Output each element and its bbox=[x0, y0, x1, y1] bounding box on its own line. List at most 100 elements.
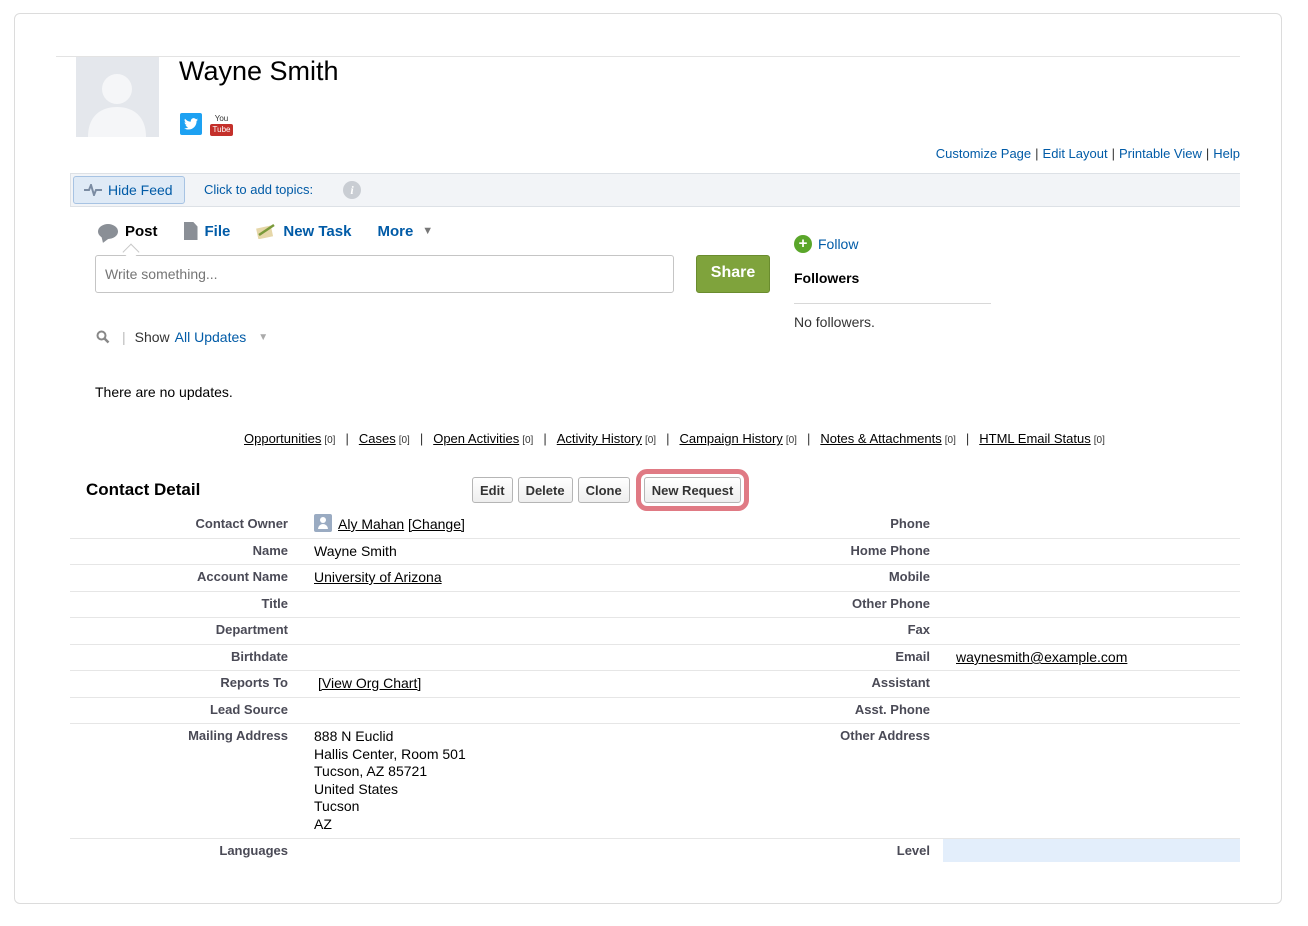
page-title: Wayne Smith bbox=[179, 56, 339, 86]
youtube-tube: Tube bbox=[210, 124, 233, 136]
help-link[interactable]: Help bbox=[1213, 146, 1240, 161]
detail-row: Languages Level bbox=[70, 839, 1240, 863]
info-icon[interactable]: i bbox=[343, 181, 361, 199]
post-input[interactable] bbox=[95, 255, 674, 293]
field-label: Languages bbox=[219, 843, 288, 858]
task-icon bbox=[256, 223, 276, 239]
no-followers-text: No followers. bbox=[794, 314, 875, 330]
hide-feed-button[interactable]: Hide Feed bbox=[73, 176, 185, 204]
tab-more-label: More bbox=[377, 222, 414, 240]
search-icon[interactable] bbox=[96, 330, 110, 344]
share-button[interactable]: Share bbox=[696, 255, 770, 293]
field-label: Mobile bbox=[888, 569, 930, 584]
related-campaign-history-link[interactable]: Campaign History bbox=[679, 431, 782, 446]
followers-heading: Followers bbox=[794, 270, 860, 286]
section-title: Contact Detail bbox=[86, 480, 201, 499]
field-label: Assistant bbox=[871, 675, 930, 690]
address-line: 888 N Euclid bbox=[314, 728, 394, 744]
new-request-button[interactable]: New Request bbox=[635, 469, 750, 511]
contact-detail-table: Contact Owner Aly Mahan [Change] Phone N… bbox=[70, 512, 1240, 863]
related-count: [0] bbox=[1093, 435, 1105, 446]
related-list-links: Opportunities [0] | Cases [0] | Open Activitie… bbox=[244, 431, 1105, 446]
field-label: Email bbox=[895, 649, 930, 664]
field-value: University of Arizona bbox=[314, 569, 442, 585]
clone-button[interactable]: Clone bbox=[577, 477, 630, 503]
delete-button[interactable]: Delete bbox=[517, 477, 573, 503]
related-count: [0] bbox=[944, 435, 956, 446]
detail-row: Birthdate Email waynesmith@example.com bbox=[70, 645, 1240, 671]
level-value-cell[interactable] bbox=[943, 839, 1240, 862]
pulse-icon bbox=[84, 184, 102, 196]
related-notes-attachments-link[interactable]: Notes & Attachments bbox=[820, 431, 941, 446]
add-topics-link[interactable]: Click to add topics: bbox=[204, 182, 313, 197]
related-activity-history-link[interactable]: Activity History bbox=[557, 431, 642, 446]
feed-toolbar: Hide Feed Click to add topics: i bbox=[70, 173, 1240, 207]
field-label: Other Address bbox=[840, 728, 930, 743]
publisher-tabs: Post File New Task More ▼ bbox=[98, 222, 459, 240]
view-org-chart-link[interactable]: [View Org Chart] bbox=[318, 675, 421, 691]
twitter-icon[interactable] bbox=[180, 113, 202, 135]
youtube-you: You bbox=[210, 113, 233, 124]
page-links: Customize Page | Edit Layout | Printable Vie… bbox=[935, 146, 1240, 161]
mailing-address-value: 888 N Euclid Hallis Center, Room 501 Tuc… bbox=[314, 728, 466, 834]
tab-more[interactable]: More ▼ bbox=[377, 222, 433, 240]
follow-button[interactable]: + Follow bbox=[794, 235, 858, 253]
tab-new-task[interactable]: New Task bbox=[256, 222, 351, 240]
owner-link[interactable]: Aly Mahan bbox=[338, 516, 404, 532]
related-count: [0] bbox=[785, 435, 797, 446]
youtube-icon[interactable]: You Tube bbox=[210, 113, 233, 136]
filter-select[interactable]: All Updates bbox=[175, 329, 247, 345]
tab-file[interactable]: File bbox=[183, 222, 230, 240]
field-value: waynesmith@example.com bbox=[956, 649, 1127, 665]
printable-view-link[interactable]: Printable View bbox=[1119, 146, 1202, 161]
detail-row: Title Other Phone bbox=[70, 592, 1240, 618]
account-link[interactable]: University of Arizona bbox=[314, 569, 442, 585]
field-label: Other Phone bbox=[851, 596, 930, 611]
field-label: Fax bbox=[907, 622, 930, 637]
show-label: Show bbox=[134, 329, 170, 345]
related-count: [0] bbox=[644, 435, 657, 446]
field-label: Asst. Phone bbox=[854, 702, 930, 717]
field-label: Home Phone bbox=[850, 543, 930, 558]
follow-label: Follow bbox=[818, 236, 859, 252]
no-updates-text: There are no updates. bbox=[95, 384, 233, 400]
followers-divider bbox=[794, 303, 991, 304]
field-label: Phone bbox=[890, 516, 930, 531]
detail-row: Reports To [View Org Chart] Assistant bbox=[70, 671, 1240, 698]
related-html-email-status-link[interactable]: HTML Email Status bbox=[979, 431, 1091, 446]
related-open-activities-link[interactable]: Open Activities bbox=[433, 431, 519, 446]
change-owner-link[interactable]: [Change] bbox=[408, 516, 465, 532]
field-label: Department bbox=[215, 622, 288, 637]
hide-feed-label: Hide Feed bbox=[108, 182, 173, 198]
field-value: Aly Mahan [Change] bbox=[314, 514, 465, 532]
tab-post[interactable]: Post bbox=[98, 222, 158, 240]
field-label: Title bbox=[261, 596, 289, 611]
field-label: Account Name bbox=[196, 569, 288, 584]
filter-separator: | bbox=[122, 329, 126, 345]
detail-buttons: Edit Delete Clone New Request bbox=[472, 469, 750, 511]
related-count: [0] bbox=[398, 435, 410, 446]
related-count: [0] bbox=[324, 435, 336, 446]
person-silhouette-icon bbox=[88, 74, 146, 137]
chevron-down-icon[interactable]: ▼ bbox=[258, 332, 268, 343]
field-label: Level bbox=[896, 843, 930, 858]
customize-page-link[interactable]: Customize Page bbox=[936, 146, 1031, 161]
detail-row: Contact Owner Aly Mahan [Change] Phone bbox=[70, 512, 1240, 539]
detail-row: Lead Source Asst. Phone bbox=[70, 698, 1240, 724]
field-label: Birthdate bbox=[230, 649, 288, 664]
avatar[interactable] bbox=[76, 57, 159, 137]
detail-row: Department Fax bbox=[70, 618, 1240, 645]
field-label: Reports To bbox=[220, 675, 288, 690]
email-link[interactable]: waynesmith@example.com bbox=[956, 649, 1127, 665]
edit-layout-link[interactable]: Edit Layout bbox=[1043, 146, 1108, 161]
field-label: Name bbox=[252, 543, 288, 558]
detail-row: Mailing Address 888 N Euclid Hallis Cent… bbox=[70, 724, 1240, 839]
edit-button[interactable]: Edit bbox=[472, 477, 513, 503]
field-label: Lead Source bbox=[209, 702, 288, 717]
speech-bubble-icon bbox=[98, 223, 118, 239]
field-value: [View Org Chart] bbox=[318, 675, 421, 691]
related-opportunities-link[interactable]: Opportunities bbox=[244, 431, 321, 446]
field-value: Wayne Smith bbox=[314, 543, 397, 559]
related-cases-link[interactable]: Cases bbox=[359, 431, 396, 446]
chevron-down-icon: ▼ bbox=[422, 225, 434, 237]
